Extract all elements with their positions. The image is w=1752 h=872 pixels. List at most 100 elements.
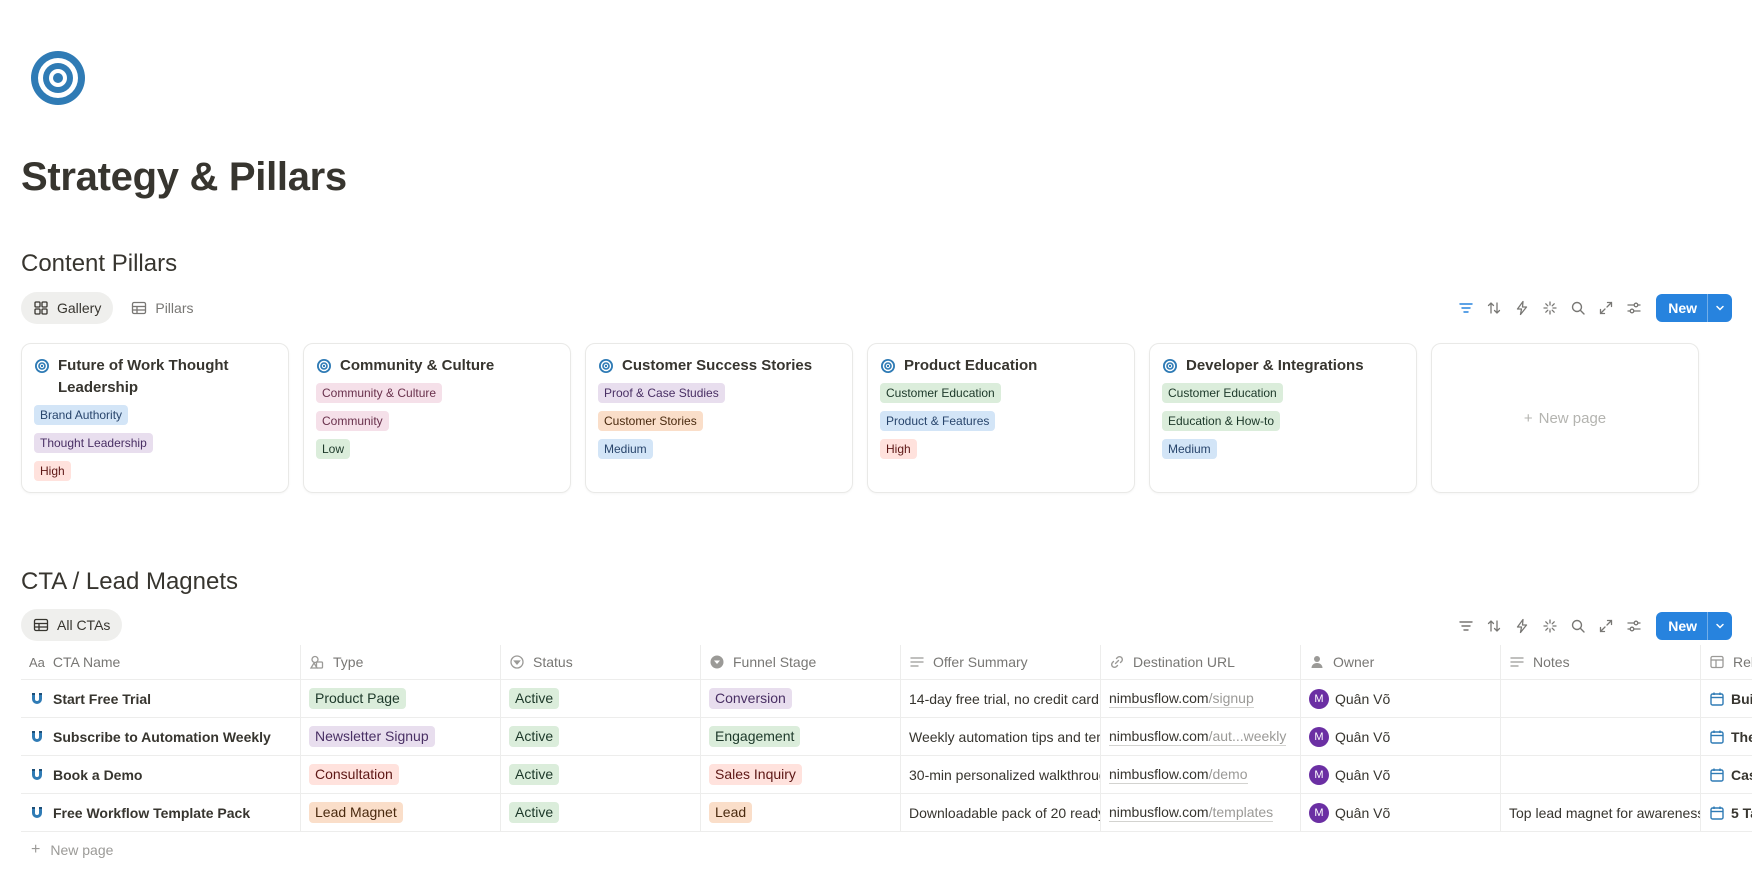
pillar-card[interactable]: Product Education Customer Education Pro… bbox=[867, 343, 1135, 493]
relation-cell[interactable]: 5 Ta bbox=[1701, 794, 1752, 831]
relation-cell[interactable]: The bbox=[1701, 718, 1752, 755]
funnel-cell[interactable]: Engagement bbox=[701, 718, 901, 755]
offer-cell[interactable]: 14-day free trial, no credit card bbox=[901, 680, 1101, 717]
owner-cell[interactable]: M Quân Võ bbox=[1301, 680, 1501, 717]
chevron-down-icon[interactable] bbox=[1707, 294, 1732, 322]
owner-cell[interactable]: M Quân Võ bbox=[1301, 794, 1501, 831]
url-link[interactable]: nimbusflow.com/templates bbox=[1109, 804, 1274, 822]
notes-cell[interactable] bbox=[1501, 680, 1701, 717]
filter-icon[interactable] bbox=[1452, 294, 1480, 322]
url-cell[interactable]: nimbusflow.com/signup bbox=[1101, 680, 1301, 717]
sparkle-icon[interactable] bbox=[1536, 612, 1564, 640]
table-new-page-row[interactable]: + New page bbox=[21, 832, 1752, 868]
funnel-pill: Lead bbox=[709, 802, 753, 823]
tab-all-ctas[interactable]: All CTAs bbox=[21, 609, 123, 641]
url-link[interactable]: nimbusflow.com/demo bbox=[1109, 766, 1248, 784]
url-link[interactable]: nimbusflow.com/signup bbox=[1109, 690, 1254, 708]
table-row[interactable]: Free Workflow Template Pack Lead Magnet … bbox=[21, 794, 1752, 832]
offer-cell[interactable]: Weekly automation tips and tem bbox=[901, 718, 1101, 755]
cta-new-button[interactable]: New bbox=[1656, 612, 1707, 640]
gallery-grid-icon bbox=[34, 301, 48, 315]
sort-icon[interactable] bbox=[1480, 294, 1508, 322]
target-icon[interactable] bbox=[28, 48, 88, 108]
type-cell[interactable]: Consultation bbox=[301, 756, 501, 793]
status-cell[interactable]: Active bbox=[501, 756, 701, 793]
offer-cell[interactable]: Downloadable pack of 20 ready bbox=[901, 794, 1101, 831]
tab-pillars[interactable]: Pillars bbox=[119, 292, 205, 324]
cta-name-cell[interactable]: Book a Demo bbox=[21, 756, 301, 793]
status-cell[interactable]: Active bbox=[501, 680, 701, 717]
table-row[interactable]: Start Free Trial Product Page Active Con… bbox=[21, 680, 1752, 718]
text-lines-icon bbox=[1510, 657, 1524, 667]
table-row[interactable]: Subscribe to Automation Weekly Newslette… bbox=[21, 718, 1752, 756]
new-page-label: New page bbox=[1538, 409, 1607, 427]
pillar-card[interactable]: Future of Work Thought Leadership Brand … bbox=[21, 343, 289, 493]
url-link[interactable]: nimbusflow.com/aut...weekly bbox=[1109, 728, 1287, 746]
card-title: Developer & Integrations bbox=[1186, 357, 1364, 374]
expand-icon[interactable] bbox=[1592, 612, 1620, 640]
cta-name-cell[interactable]: Free Workflow Template Pack bbox=[21, 794, 301, 831]
chevron-down-icon[interactable] bbox=[1707, 612, 1732, 640]
notes-cell[interactable] bbox=[1501, 756, 1701, 793]
owner-cell[interactable]: M Quân Võ bbox=[1301, 756, 1501, 793]
funnel-cell[interactable]: Lead bbox=[701, 794, 901, 831]
avatar: M bbox=[1309, 726, 1329, 747]
pillar-card[interactable]: Developer & Integrations Customer Educat… bbox=[1149, 343, 1417, 493]
type-pill: Consultation bbox=[309, 764, 399, 785]
notes-cell[interactable]: Top lead magnet for awareness bbox=[1501, 794, 1701, 831]
sparkle-icon[interactable] bbox=[1536, 294, 1564, 322]
column-header-type[interactable]: Type bbox=[301, 645, 501, 679]
magnet-icon bbox=[32, 730, 42, 742]
table-row[interactable]: Book a Demo Consultation Active Sales In… bbox=[21, 756, 1752, 794]
funnel-cell[interactable]: Sales Inquiry bbox=[701, 756, 901, 793]
tab-gallery[interactable]: Gallery bbox=[21, 292, 114, 324]
column-header-notes[interactable]: Notes bbox=[1501, 645, 1701, 679]
column-header-offer-summary[interactable]: Offer Summary bbox=[901, 645, 1101, 679]
new-page-label: New page bbox=[50, 842, 114, 858]
pillars-new-button[interactable]: New bbox=[1656, 294, 1707, 322]
column-header-funnel-stage[interactable]: Funnel Stage bbox=[701, 645, 901, 679]
table-icon bbox=[33, 618, 49, 632]
settings-sliders-icon[interactable] bbox=[1620, 612, 1648, 640]
type-cell[interactable]: Product Page bbox=[301, 680, 501, 717]
status-pill: Active bbox=[509, 688, 560, 709]
cta-name-cell[interactable]: Start Free Trial bbox=[21, 680, 301, 717]
automation-bolt-icon[interactable] bbox=[1508, 294, 1536, 322]
url-cell[interactable]: nimbusflow.com/templates bbox=[1101, 794, 1301, 831]
type-cell[interactable]: Lead Magnet bbox=[301, 794, 501, 831]
owner-cell[interactable]: M Quân Võ bbox=[1301, 718, 1501, 755]
expand-icon[interactable] bbox=[1592, 294, 1620, 322]
search-icon[interactable] bbox=[1564, 612, 1592, 640]
cta-section-heading[interactable]: CTA / Lead Magnets bbox=[21, 568, 238, 596]
shapes-icon bbox=[309, 655, 324, 669]
text-lines-icon bbox=[910, 657, 924, 667]
column-header-destination-url[interactable]: Destination URL bbox=[1101, 645, 1301, 679]
notes-cell[interactable] bbox=[1501, 718, 1701, 755]
pillar-card[interactable]: Customer Success Stories Proof & Case St… bbox=[585, 343, 853, 493]
status-cell[interactable]: Active bbox=[501, 718, 701, 755]
status-cell[interactable]: Active bbox=[501, 794, 701, 831]
settings-sliders-icon[interactable] bbox=[1620, 294, 1648, 322]
type-cell[interactable]: Newsletter Signup bbox=[301, 718, 501, 755]
status-pill: Active bbox=[509, 802, 560, 823]
column-header-rel[interactable]: Rel bbox=[1701, 645, 1752, 679]
funnel-cell[interactable]: Conversion bbox=[701, 680, 901, 717]
automation-bolt-icon[interactable] bbox=[1508, 612, 1536, 640]
cta-name-cell[interactable]: Subscribe to Automation Weekly bbox=[21, 718, 301, 755]
pillars-gallery: Future of Work Thought Leadership Brand … bbox=[21, 343, 1699, 493]
url-cell[interactable]: nimbusflow.com/demo bbox=[1101, 756, 1301, 793]
pillar-card[interactable]: Community & Culture Community & Culture … bbox=[303, 343, 571, 493]
column-header-owner[interactable]: Owner bbox=[1301, 645, 1501, 679]
relation-cell[interactable]: Bui bbox=[1701, 680, 1752, 717]
column-header-status[interactable]: Status bbox=[501, 645, 701, 679]
filter-icon[interactable] bbox=[1452, 612, 1480, 640]
target-icon bbox=[881, 359, 895, 373]
url-cell[interactable]: nimbusflow.com/aut...weekly bbox=[1101, 718, 1301, 755]
offer-cell[interactable]: 30-min personalized walkthroug bbox=[901, 756, 1101, 793]
column-header-cta-name[interactable]: Aa CTA Name bbox=[21, 645, 301, 679]
relation-cell[interactable]: Cas bbox=[1701, 756, 1752, 793]
content-pillars-heading[interactable]: Content Pillars bbox=[21, 250, 177, 278]
search-icon[interactable] bbox=[1564, 294, 1592, 322]
sort-icon[interactable] bbox=[1480, 612, 1508, 640]
new-page-card[interactable]: + New page bbox=[1431, 343, 1699, 493]
